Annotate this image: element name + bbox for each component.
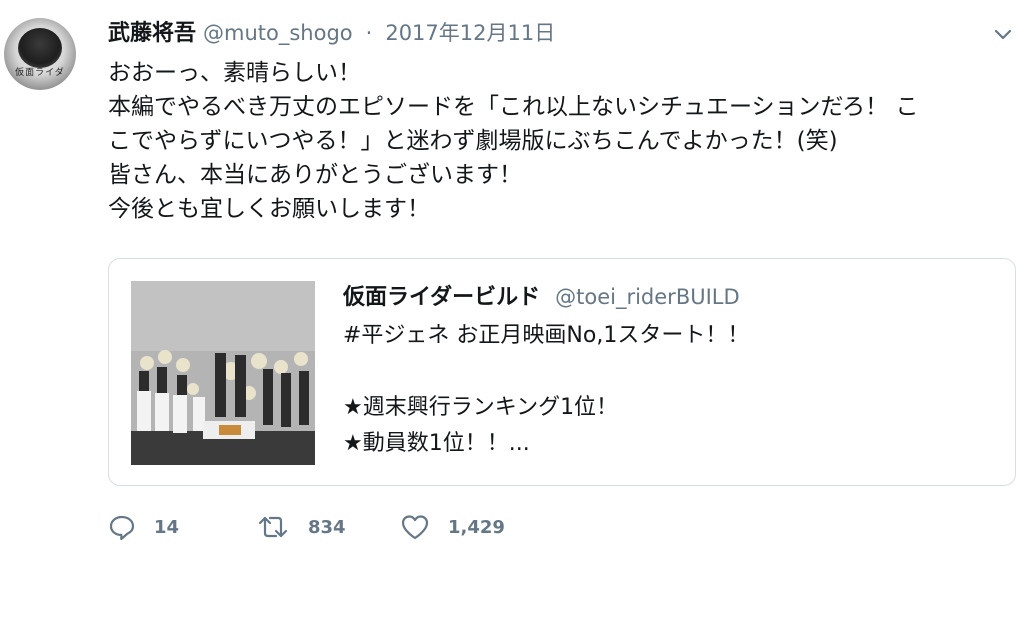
quoted-text-line: ★動員数1位！！... bbox=[343, 431, 530, 456]
reply-count: 14 bbox=[154, 516, 180, 538]
like-button[interactable]: 1,429 bbox=[400, 510, 505, 544]
tweet-text: おおーっ、素晴らしい！ 本編でやるべき万丈のエピソードを「これ以上ないシチュエー… bbox=[108, 56, 1008, 226]
header-separator: · bbox=[365, 21, 373, 45]
tweet-header: 武藤将吾 @muto_shogo · 2017年12月11日 bbox=[108, 18, 555, 48]
author-handle[interactable]: @muto_shogo bbox=[203, 21, 353, 45]
author-display-name[interactable]: 武藤将吾 bbox=[108, 21, 196, 46]
quoted-tweet-card[interactable]: 仮面ライダービルド @toei_riderBUILD #平ジェネ お正月映画No… bbox=[108, 258, 1016, 486]
tweet-text-line: 本編でやるべき万丈のエピソードを「これ以上ないシチュエーションだろ！ こ bbox=[108, 94, 919, 120]
tweet-text-line: こでやらずにいつやる！」と迷わず劇場版にぶちこんでよかった！(笑) bbox=[108, 128, 838, 154]
chevron-down-icon[interactable] bbox=[992, 26, 1014, 44]
retweet-count: 834 bbox=[308, 516, 346, 538]
tweet-date[interactable]: 2017年12月11日 bbox=[385, 21, 555, 45]
quoted-tweet-photo[interactable] bbox=[131, 281, 315, 465]
like-count: 1,429 bbox=[448, 516, 505, 538]
quoted-text-line bbox=[343, 354, 993, 390]
avatar[interactable]: 仮面ライダ bbox=[4, 18, 76, 90]
retweet-button[interactable]: 834 bbox=[256, 510, 346, 544]
quoted-text-line: ★週末興行ランキング1位！ bbox=[343, 395, 619, 420]
quoted-author-handle[interactable]: @toei_riderBUILD bbox=[555, 285, 740, 309]
quoted-text-line: #平ジェネ お正月映画No,1スタート！！ bbox=[343, 323, 750, 348]
tweet: 仮面ライダ 武藤将吾 @muto_shogo · 2017年12月11日 おおー… bbox=[0, 0, 1024, 620]
reply-button[interactable]: 14 bbox=[108, 510, 179, 544]
quoted-tweet-body: 仮面ライダービルド @toei_riderBUILD #平ジェネ お正月映画No… bbox=[343, 281, 993, 462]
tweet-text-line: 皆さん、本当にありがとうございます！ bbox=[108, 162, 522, 188]
quoted-author-name[interactable]: 仮面ライダービルド bbox=[343, 285, 540, 310]
avatar-logo-text: 仮面ライダ bbox=[15, 68, 65, 78]
reply-icon bbox=[108, 513, 136, 541]
avatar-face bbox=[18, 28, 62, 68]
quoted-tweet-text: #平ジェネ お正月映画No,1スタート！！ ★週末興行ランキング1位！ ★動員数… bbox=[343, 318, 993, 462]
quoted-tweet-header: 仮面ライダービルド @toei_riderBUILD bbox=[343, 281, 993, 314]
heart-icon bbox=[400, 513, 430, 541]
tweet-text-line: 今後とも宜しくお願いします！ bbox=[108, 196, 430, 222]
retweet-icon bbox=[256, 513, 290, 541]
tweet-text-line: おおーっ、素晴らしい！ bbox=[108, 60, 361, 86]
